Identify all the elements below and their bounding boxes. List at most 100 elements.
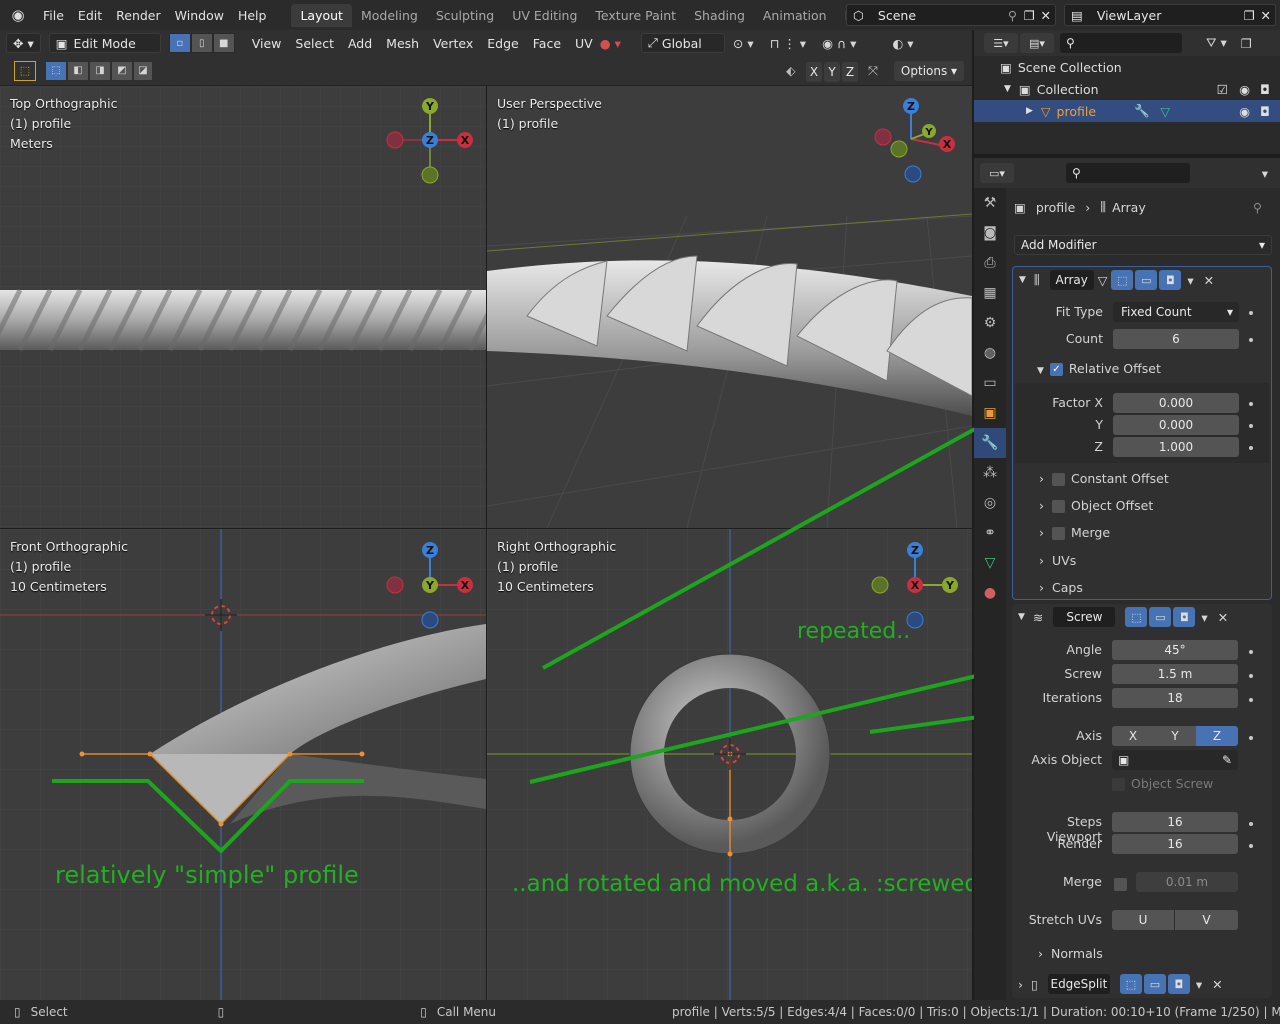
object-offset-checkbox[interactable] (1052, 500, 1065, 513)
scene-selector[interactable]: ⬡ Scene ⚲ ❐ ✕ (846, 4, 1056, 26)
delete-scene-icon[interactable]: ✕ (1041, 8, 1051, 23)
exclude-checkbox[interactable]: ☑ (1217, 82, 1228, 97)
new-viewlayer-icon[interactable]: ❐ (1244, 8, 1255, 23)
screw-field[interactable]: 1.5 m (1112, 664, 1238, 684)
render-display-icon[interactable]: ◘ (1159, 270, 1182, 290)
collapse-arrow-icon[interactable]: ▼ (1019, 275, 1026, 285)
object-tab-icon[interactable]: ▣ (974, 398, 1006, 428)
navigation-gizmo[interactable]: Z X Y (380, 535, 480, 635)
menu-vertex[interactable]: Vertex (426, 36, 480, 51)
proportional-edit-icon[interactable]: ◉ ∩ ▾ (822, 36, 856, 51)
uvs-subpanel[interactable]: › UVs (1039, 553, 1076, 568)
tab-layout[interactable]: Layout (291, 3, 352, 27)
viewport-front-orthographic[interactable]: Front Orthographic (1) profile 10 Centim… (0, 529, 486, 1000)
modifier-menu-icon[interactable]: ▾ (1196, 977, 1202, 992)
viewport-top-orthographic[interactable]: Top Orthographic (1) profile Meters Y X … (0, 86, 486, 528)
display-mode-icon[interactable]: ▤▾ (1020, 33, 1054, 53)
remove-modifier-icon[interactable]: ✕ (1204, 273, 1214, 288)
mirror-z-toggle[interactable]: Z (842, 62, 858, 82)
render-camera-icon[interactable]: ◘ (1260, 104, 1270, 119)
tab-modeling[interactable]: Modeling (352, 4, 427, 27)
axis-y-button[interactable]: Y (1154, 726, 1196, 746)
properties-options-icon[interactable]: ▾ (1262, 166, 1268, 181)
merge-checkbox[interactable] (1114, 878, 1127, 891)
relative-offset-subpanel[interactable]: ▼ ✓ Relative Offset (1037, 361, 1161, 376)
stretch-u-button[interactable]: U (1112, 910, 1174, 930)
menu-file[interactable]: File (36, 8, 71, 23)
factor-y-field[interactable]: 0.000 (1113, 415, 1239, 435)
steps-viewport-field[interactable]: 16 (1112, 812, 1238, 832)
viewport-user-perspective[interactable]: User Perspective (1) profile Z X Y (487, 86, 972, 528)
outliner-editor-icon[interactable]: ☰▾ (984, 33, 1018, 53)
edgesplit-modifier-panel[interactable]: › ▯ EdgeSplit ⬚ ▭ ◘ ▾ ✕ (1012, 970, 1272, 998)
navigation-gizmo[interactable]: Z Y X (867, 535, 967, 635)
navigation-gizmo[interactable]: Z X Y (867, 91, 967, 191)
array-modifier-header[interactable]: ▼ ⫼ Array ▽ ⬚ ▭ ◘ ▾ ✕ (1019, 269, 1267, 291)
mirror-x-toggle[interactable]: X (806, 62, 822, 82)
edge-select-icon[interactable]: ▯ (190, 33, 213, 53)
axis-x-button[interactable]: X (1112, 726, 1154, 746)
iterations-field[interactable]: 18 (1112, 688, 1238, 708)
filter-icon[interactable]: ⛛ ▾ (1206, 35, 1227, 51)
viewlayer-selector[interactable]: ▤ ViewLayer ❐ ✕ (1064, 4, 1276, 26)
select-invert-icon[interactable]: ◩ (112, 62, 132, 80)
face-select-icon[interactable]: ■ (212, 33, 235, 53)
outliner-row-collection[interactable]: ▼ ▣ Collection ☑ ◉ ◘ (974, 78, 1280, 100)
blender-logo-icon[interactable]: ◉ (0, 6, 36, 24)
collapse-arrow-icon[interactable]: ▼ (1018, 612, 1025, 622)
viewport-display-icon[interactable]: ▭ (1135, 270, 1158, 290)
mirror-y-toggle[interactable]: Y (824, 62, 840, 82)
edgesplit-name-field[interactable]: EdgeSplit (1047, 974, 1110, 994)
properties-search-input[interactable]: ⚲ (1066, 163, 1190, 183)
edit-mode-toggle-icon[interactable]: ⬚ (1119, 974, 1142, 994)
mirror-icon[interactable]: ⬖ (786, 63, 796, 78)
menu-uv[interactable]: UV (568, 36, 600, 51)
expand-arrow-icon[interactable]: › (1018, 977, 1023, 992)
menu-edit[interactable]: Edit (71, 8, 109, 23)
outliner-row-profile[interactable]: ▶ ▽ profile 🔧 ▽ ◉ ◘ (974, 100, 1280, 122)
viewport-right-orthographic[interactable]: Right Orthographic (1) profile 10 Centim… (487, 529, 972, 1000)
axis-object-field[interactable]: ▣ ✎ (1112, 750, 1238, 770)
pin-icon[interactable]: ⚲ (1253, 200, 1262, 215)
object-screw-option[interactable]: Object Screw (1112, 776, 1213, 791)
new-scene-icon[interactable]: ❐ (1024, 8, 1035, 23)
menu-edge[interactable]: Edge (480, 36, 525, 51)
vertex-select-icon[interactable]: ▫ (168, 33, 191, 53)
menu-mesh[interactable]: Mesh (379, 36, 426, 51)
modifier-wrench-icon[interactable]: 🔧 (1134, 103, 1150, 119)
modifier-menu-icon[interactable]: ▾ (1187, 273, 1193, 288)
outliner-row-scene-collection[interactable]: ▣ Scene Collection (974, 56, 1280, 78)
menu-window[interactable]: Window (168, 8, 231, 23)
array-name-field[interactable]: Array (1049, 270, 1094, 290)
constant-offset-checkbox[interactable] (1052, 473, 1065, 486)
render-display-icon[interactable]: ◘ (1167, 974, 1190, 994)
options-dropdown[interactable]: Options ▾ (894, 61, 964, 81)
constraints-tab-icon[interactable]: ⚭ (974, 518, 1006, 548)
remove-modifier-icon[interactable]: ✕ (1218, 610, 1228, 625)
overlay-visibility-icon[interactable]: ◐ ▾ (892, 36, 913, 51)
viewport-display-icon[interactable]: ▭ (1143, 974, 1166, 994)
menu-render[interactable]: Render (109, 8, 168, 23)
edit-mode-toggle-icon[interactable]: ⬚ (1111, 270, 1134, 290)
axis-z-button[interactable]: Z (1196, 726, 1238, 746)
select-new-icon[interactable]: ⬚ (46, 62, 66, 80)
scene-tab-icon[interactable]: ⚙ (974, 308, 1006, 338)
object-offset-subpanel[interactable]: › Object Offset (1039, 498, 1153, 513)
editor-type-dropdown[interactable]: ✥ ▾ (6, 33, 41, 53)
merge-distance-field[interactable]: 0.01 m (1136, 872, 1238, 892)
tab-shading[interactable]: Shading (685, 4, 754, 27)
mode-dropdown[interactable]: ▣ Edit Mode (48, 33, 161, 53)
tab-animation[interactable]: Animation (754, 4, 836, 27)
tab-texture-paint[interactable]: Texture Paint (586, 4, 685, 27)
mesh-data-icon[interactable]: ▽ (1160, 104, 1170, 119)
modifier-tab-icon[interactable]: 🔧 (974, 428, 1006, 458)
material-tab-icon[interactable]: ● (974, 578, 1006, 608)
render-tab-icon[interactable]: ◙ (974, 218, 1006, 248)
count-field[interactable]: 6 (1113, 329, 1239, 349)
tool-select-icon[interactable]: ⬚ (14, 61, 36, 81)
caps-subpanel[interactable]: › Caps (1039, 580, 1083, 595)
expand-arrow-icon[interactable]: ▶ (1026, 106, 1033, 116)
tab-uv-editing[interactable]: UV Editing (503, 4, 586, 27)
snap-icon[interactable]: ⊓ ⋮ ▾ (770, 36, 806, 51)
visibility-eye-icon[interactable]: ◉ (1239, 104, 1250, 119)
